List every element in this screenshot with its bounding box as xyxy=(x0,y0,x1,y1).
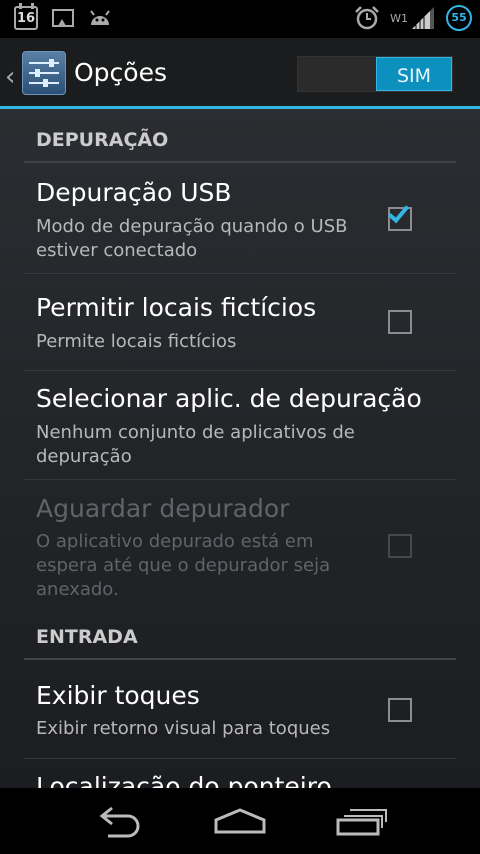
image-icon xyxy=(52,9,74,27)
switch-on-label: SIM xyxy=(376,57,452,91)
battery-icon: 55 xyxy=(446,5,472,31)
list-divider xyxy=(24,479,456,480)
checkmark-icon xyxy=(387,200,410,224)
home-icon[interactable] xyxy=(210,802,270,842)
list-divider xyxy=(24,273,456,274)
preferences-list[interactable]: DEPURAÇÃO Depuração USB Modo de depuraçã… xyxy=(0,109,480,788)
category-divider xyxy=(24,161,456,163)
category-header-debugging: DEPURAÇÃO xyxy=(36,129,169,151)
checkbox-checked[interactable] xyxy=(387,200,412,231)
pref-title: Localização do ponteiro xyxy=(36,772,332,788)
checkbox[interactable] xyxy=(388,698,412,722)
pref-summary: O aplicativo depurado está em espera até… xyxy=(36,531,331,600)
system-icons: W1 55 xyxy=(354,5,472,31)
navigation-bar xyxy=(0,788,480,854)
pref-title: Aguardar depurador xyxy=(36,494,290,523)
pref-summary: Permite locais fictícios xyxy=(36,331,237,352)
up-navigation-icon[interactable]: ‹ xyxy=(5,62,15,92)
pref-title: Selecionar aplic. de depuração xyxy=(36,384,422,413)
checkbox[interactable] xyxy=(388,310,412,334)
pref-title: Exibir toques xyxy=(36,681,200,710)
pref-title: Permitir locais fictícios xyxy=(36,293,317,322)
page-title[interactable]: Opções xyxy=(74,58,167,87)
pref-summary: Nenhum conjunto de aplicativos de depura… xyxy=(36,422,355,467)
signal-icon xyxy=(412,7,434,29)
notification-icons: 16 xyxy=(14,3,112,30)
checkbox-disabled[interactable] xyxy=(388,534,412,558)
back-icon[interactable] xyxy=(90,802,150,842)
developer-options-switch[interactable]: SIM xyxy=(297,56,453,92)
category-divider xyxy=(24,658,456,660)
list-divider xyxy=(24,758,456,759)
settings-sliders-icon[interactable] xyxy=(22,51,66,95)
pref-title: Depuração USB xyxy=(36,178,232,207)
wifi-label: W1 xyxy=(390,11,408,25)
android-icon xyxy=(90,10,110,25)
recent-apps-icon[interactable] xyxy=(330,802,390,842)
status-bar: 16 W1 55 xyxy=(0,0,480,38)
category-header-input: ENTRADA xyxy=(36,626,138,648)
alarm-icon xyxy=(355,6,380,30)
list-divider xyxy=(24,370,456,371)
pref-summary: Exibir retorno visual para toques xyxy=(36,718,331,739)
calendar-icon: 16 xyxy=(14,3,38,30)
pref-summary: Modo de depuração quando o USB estiver c… xyxy=(36,216,348,261)
